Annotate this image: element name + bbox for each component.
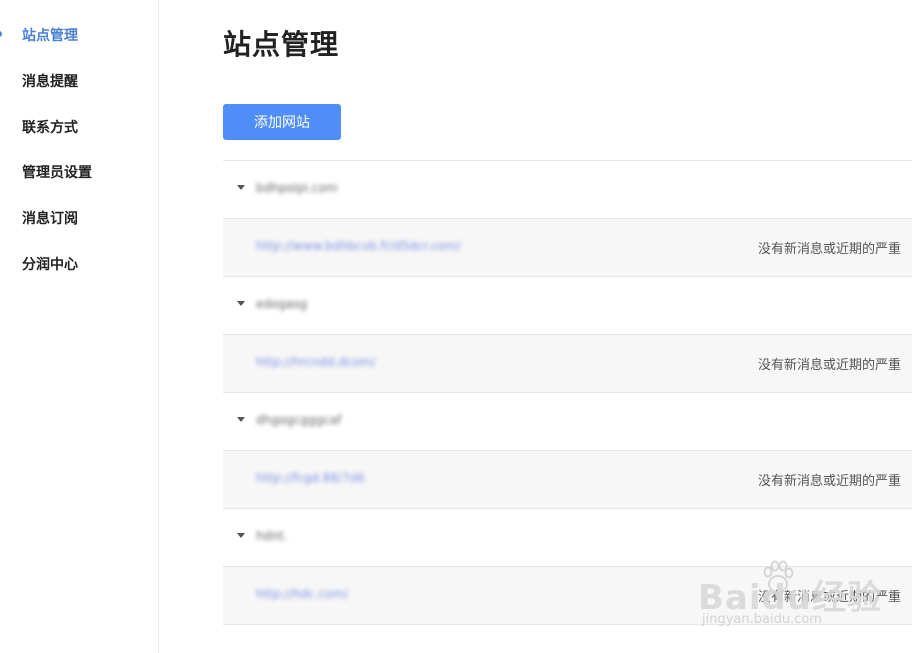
active-indicator-icon [0,31,2,37]
caret-down-icon[interactable] [237,533,245,538]
list-bottom-divider [223,624,912,625]
sidebar-item-contact[interactable]: 联系方式 [22,117,78,139]
caret-down-icon[interactable] [237,301,245,306]
site-status-text: 没有新消息或近期的严重 [758,358,902,373]
site-header-row[interactable]: bdhpoipi.com [223,160,912,218]
sidebar-item-message-subscription[interactable]: 消息订阅 [22,208,78,230]
site-domain[interactable]: bdhpoipi.com [256,181,338,195]
site-domain[interactable]: hdnt. [256,529,287,543]
site-header-row[interactable]: dhgogcgggcaf [223,392,912,450]
site-domain[interactable]: edogasg [256,297,307,311]
sidebar-item-profit-center[interactable]: 分润中心 [22,254,78,276]
main-content: 站点管理 添加网站 bdhpoipi.com http://www.bdhbcv… [223,0,912,653]
site-list: bdhpoipi.com http://www.bdhbcvb.fr/d5dcr… [223,160,912,625]
sidebar: 站点管理 消息提醒 联系方式 管理员设置 消息订阅 分润中心 [0,0,159,653]
site-url-row: http://fcgd.88/7d6 没有新消息或近期的严重 [223,450,912,508]
site-status-text: 没有新消息或近期的严重 [758,590,902,605]
page-title: 站点管理 [223,28,340,61]
caret-down-icon[interactable] [237,185,245,190]
site-status-text: 没有新消息或近期的严重 [758,242,902,257]
site-url-link[interactable]: http://hrcndd.dcom/ [256,355,376,369]
site-url-link[interactable]: http://fcgd.88/7d6 [256,471,365,485]
site-url-link[interactable]: http://www.bdhbcvb.fr/d5dcr.com/ [256,239,461,253]
site-header-row[interactable]: edogasg [223,276,912,334]
sidebar-item-message-alerts[interactable]: 消息提醒 [22,71,78,93]
site-status-text: 没有新消息或近期的严重 [758,474,902,489]
site-url-row: http://hrcndd.dcom/ 没有新消息或近期的严重 [223,334,912,392]
site-domain[interactable]: dhgogcgggcaf [256,413,341,427]
site-url-row: http://hdc.com/ 没有新消息或近期的严重 [223,566,912,624]
site-url-link[interactable]: http://hdc.com/ [256,587,348,601]
sidebar-item-site-management[interactable]: 站点管理 [22,25,78,47]
site-header-row[interactable]: hdnt. [223,508,912,566]
site-url-row: http://www.bdhbcvb.fr/d5dcr.com/ 没有新消息或近… [223,218,912,276]
caret-down-icon[interactable] [237,417,245,422]
sidebar-item-admin-settings[interactable]: 管理员设置 [22,162,92,184]
add-website-button[interactable]: 添加网站 [223,104,341,140]
